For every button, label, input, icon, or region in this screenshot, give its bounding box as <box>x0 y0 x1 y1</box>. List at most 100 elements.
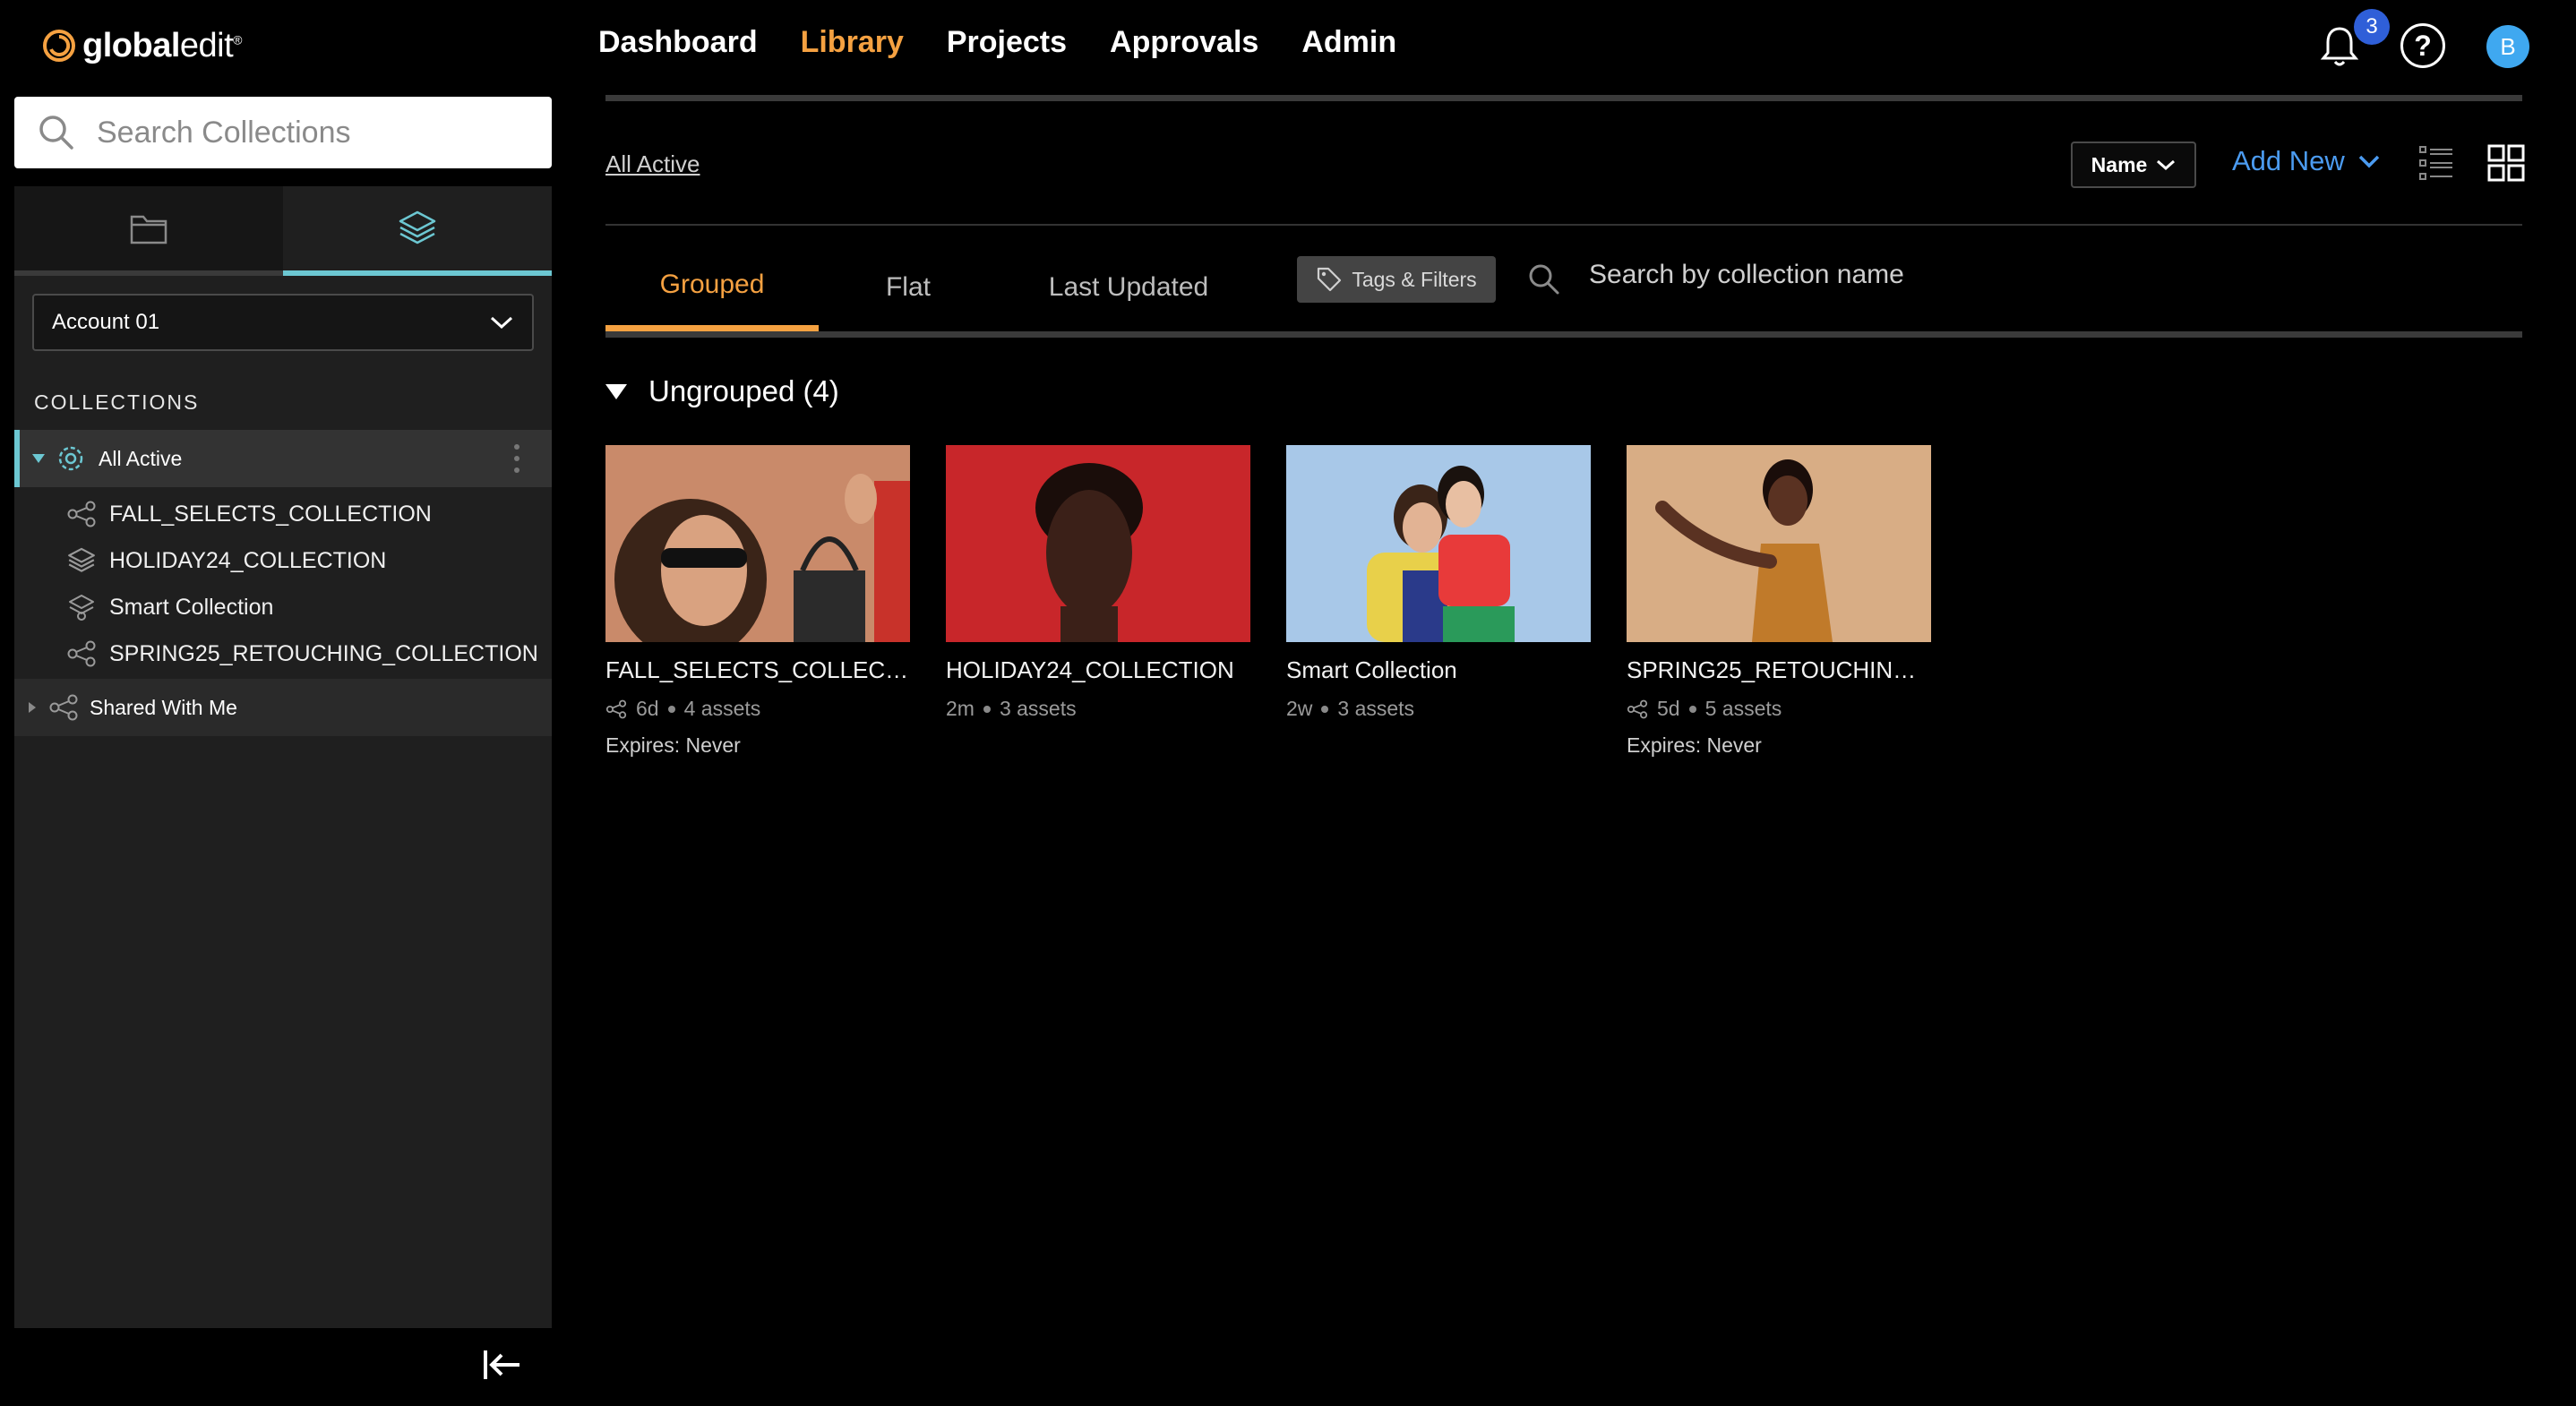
nav-projects[interactable]: Projects <box>947 25 1067 60</box>
toolbar-divider <box>605 224 2522 226</box>
smart-collection-gear-icon <box>58 446 83 471</box>
folders-tab[interactable] <box>14 186 283 276</box>
sidebar-item-collection[interactable]: SPRING25_RETOUCHING_COLLECTION <box>14 630 552 677</box>
user-avatar[interactable]: B <box>2486 25 2529 68</box>
collection-card[interactable]: FALL_SELECTS_COLLECTION 6d 4 assets Expi… <box>605 445 910 758</box>
nav-admin[interactable]: Admin <box>1301 25 1396 60</box>
collapse-left-icon <box>484 1350 519 1379</box>
sidebar-item-shared-with-me[interactable]: Shared With Me <box>14 679 552 736</box>
search-collections-field[interactable] <box>14 97 552 168</box>
collections-tab[interactable] <box>283 186 552 276</box>
chevron-down-icon <box>2157 159 2176 171</box>
account-select-value: Account 01 <box>52 310 160 334</box>
list-view-button[interactable] <box>2418 143 2454 183</box>
group-header-ungrouped[interactable]: Ungrouped (4) <box>604 374 839 408</box>
sidebar-item-collection[interactable]: Smart Collection <box>14 584 552 630</box>
share-icon <box>49 694 78 721</box>
collection-asset-count: 3 assets <box>1337 697 1415 720</box>
collection-meta: 6d 4 assets <box>605 697 910 721</box>
sidebar-item-all-active[interactable]: All Active <box>14 430 552 487</box>
caret-down-icon <box>605 384 627 399</box>
meta-separator <box>1321 705 1329 713</box>
app-logo[interactable]: globaledit® <box>41 23 242 68</box>
share-icon <box>67 501 96 527</box>
top-divider <box>605 95 2522 101</box>
help-button[interactable]: ? <box>2400 23 2445 68</box>
collections-heading: COLLECTIONS <box>34 390 200 414</box>
collection-thumbnail[interactable] <box>946 445 1250 642</box>
collection-expiry: Expires: Never <box>605 733 741 757</box>
collapse-sidebar-button[interactable] <box>480 1343 523 1386</box>
share-icon <box>605 699 627 718</box>
collection-title[interactable]: FALL_SELECTS_COLLECTION <box>605 656 910 684</box>
collection-thumbnail[interactable] <box>605 445 910 642</box>
nav-dashboard[interactable]: Dashboard <box>598 25 758 60</box>
nav-approvals[interactable]: Approvals <box>1110 25 1258 60</box>
tag-icon <box>1318 267 1342 292</box>
thumbnail-two-people-blue-background <box>1286 445 1591 642</box>
search-icon <box>1529 264 1559 295</box>
add-new-button[interactable]: Add New <box>2232 145 2381 177</box>
tab-flat[interactable]: Flat <box>819 244 998 331</box>
list-view-icon <box>2419 146 2452 180</box>
collection-card[interactable]: SPRING25_RETOUCHING_C... 5d 5 assets Exp… <box>1627 445 1931 758</box>
collection-thumbnail[interactable] <box>1286 445 1591 642</box>
sidebar-item-collection[interactable]: HOLIDAY24_COLLECTION <box>14 537 552 584</box>
share-icon <box>67 640 96 667</box>
meta-separator <box>983 705 991 713</box>
layers-icon <box>399 210 436 244</box>
collection-asset-count: 5 assets <box>1704 697 1782 720</box>
nav-library[interactable]: Library <box>801 25 904 60</box>
collection-meta: 2w 3 assets <box>1286 697 1591 721</box>
sidebar-item-label: HOLIDAY24_COLLECTION <box>109 547 387 573</box>
more-options-icon[interactable] <box>514 444 519 473</box>
collection-age: 5d <box>1657 697 1680 720</box>
collection-thumbnail[interactable] <box>1627 445 1931 642</box>
collection-meta: 2m 3 assets <box>946 697 1250 721</box>
thumbnail-woman-beige-background <box>1627 445 1931 642</box>
meta-separator <box>1688 705 1696 713</box>
collection-age: 6d <box>636 697 659 720</box>
sort-select-value: Name <box>2091 152 2148 176</box>
account-select[interactable]: Account 01 <box>32 294 534 351</box>
sort-select[interactable]: Name <box>2071 141 2196 188</box>
chevron-down-icon <box>490 316 513 330</box>
smart-collection-icon <box>69 595 94 621</box>
globaledit-logo-icon <box>43 30 75 62</box>
sidebar-item-collection[interactable]: FALL_SELECTS_COLLECTION <box>14 491 552 537</box>
share-icon <box>1627 699 1648 718</box>
collection-name-search-input[interactable]: Search by collection name <box>1589 260 1904 290</box>
main-navigation: Dashboard Library Projects Approvals Adm… <box>598 25 1396 60</box>
grid-view-button[interactable] <box>2486 143 2526 183</box>
collection-asset-count: 3 assets <box>999 697 1077 720</box>
collection-expiry: Expires: Never <box>1627 733 1762 757</box>
sidebar-item-label: Smart Collection <box>109 594 274 620</box>
tab-grouped[interactable]: Grouped <box>605 244 819 331</box>
tab-last-updated[interactable]: Last Updated <box>1021 244 1236 331</box>
sidebar-item-label: SPRING25_RETOUCHING_COLLECTION <box>109 640 538 666</box>
logo-text: globaledit® <box>82 26 242 64</box>
collection-title[interactable]: Smart Collection <box>1286 656 1591 684</box>
sidebar-tabs <box>14 186 552 276</box>
all-active-label: All Active <box>99 446 183 470</box>
grid-view-icon <box>2487 144 2525 182</box>
breadcrumb-all-active[interactable]: All Active <box>605 150 700 178</box>
collection-title[interactable]: SPRING25_RETOUCHING_C... <box>1627 656 1931 684</box>
search-collections-input[interactable] <box>95 114 525 151</box>
collection-age: 2w <box>1286 697 1313 720</box>
tabs-divider <box>605 331 2522 338</box>
meta-separator <box>667 705 675 713</box>
thumbnail-woman-sunglasses-bag <box>605 445 910 642</box>
collection-card[interactable]: HOLIDAY24_COLLECTION 2m 3 assets <box>946 445 1250 721</box>
add-new-label: Add New <box>2232 145 2345 176</box>
group-label: Ungrouped (4) <box>648 374 839 407</box>
search-icon <box>39 116 73 150</box>
collection-title[interactable]: HOLIDAY24_COLLECTION <box>946 656 1250 684</box>
tags-filters-button[interactable]: Tags & Filters <box>1297 256 1496 303</box>
collection-search-icon <box>1528 263 1560 296</box>
collection-card[interactable]: Smart Collection 2w 3 assets <box>1286 445 1591 721</box>
collection-meta: 5d 5 assets <box>1627 697 1931 721</box>
collection-asset-count: 4 assets <box>683 697 761 720</box>
chevron-down-icon <box>2358 155 2380 168</box>
sidebar-item-label: FALL_SELECTS_COLLECTION <box>109 501 432 527</box>
